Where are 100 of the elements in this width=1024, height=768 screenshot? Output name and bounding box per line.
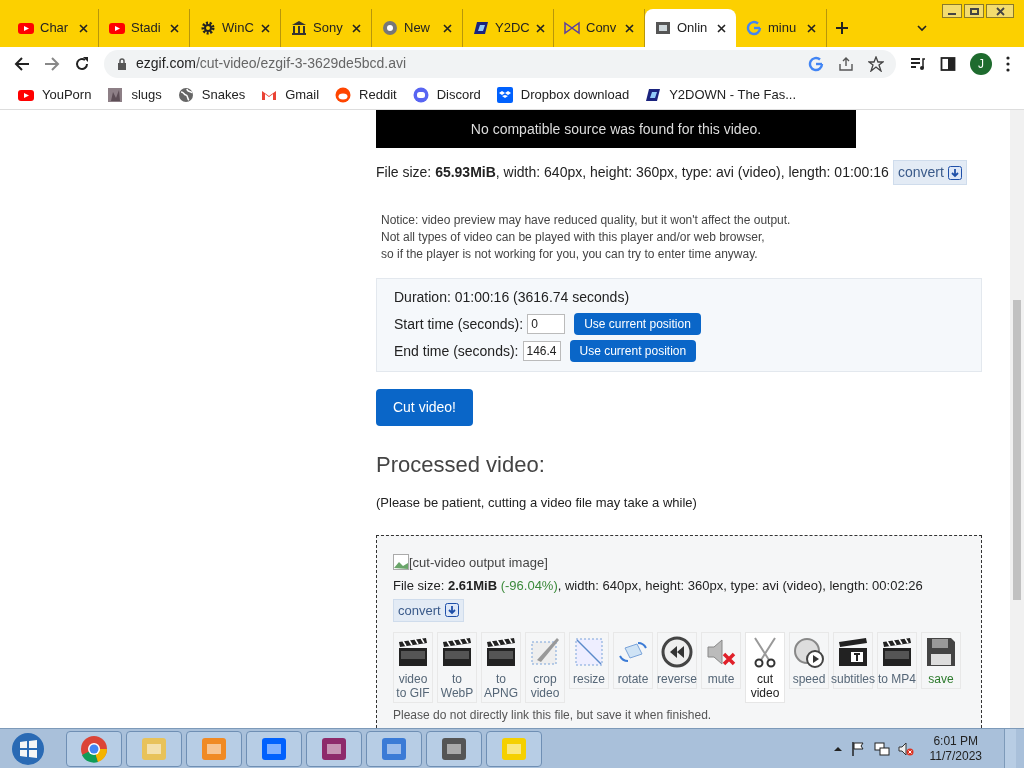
browser-tab[interactable]: Sony [281, 9, 372, 47]
back-icon[interactable] [14, 55, 30, 72]
circle-logo-icon [382, 20, 398, 36]
notice-text: so if the player is not working for you, you can try to enter time anyway. [381, 246, 759, 263]
bookmark-link[interactable]: Dropbox download [496, 84, 630, 105]
browser-tab[interactable]: Onlin [645, 9, 736, 47]
restore-icon[interactable] [964, 4, 984, 18]
tool-link[interactable]: reverse [657, 632, 697, 689]
bookmark-link[interactable]: Reddit [335, 84, 397, 105]
output-info-text: File size: 2.61MiB (-96.04%), width: 640px, height: 360px, type: avi (video), length: 00:02:26 [393, 577, 924, 595]
tool-link[interactable]: subtitles [833, 632, 873, 689]
close-icon[interactable] [625, 23, 634, 33]
bookmark-link[interactable]: Y2DOWN - The Fas... [645, 84, 797, 105]
crop-pen-icon [529, 636, 561, 668]
browser-tab[interactable]: New [372, 9, 463, 47]
tool-link[interactable]: speed [789, 632, 829, 689]
building-icon [291, 20, 307, 36]
slanted-logo-icon [473, 20, 489, 36]
convert-button[interactable]: convert [892, 160, 967, 185]
tool-link[interactable]: resize [569, 632, 609, 689]
tab-title: New [404, 19, 430, 38]
bookmark-link[interactable]: Snakes [177, 84, 246, 105]
tab-title: Sony [313, 19, 343, 38]
tool-link[interactable]: to MP4 [877, 632, 917, 689]
clapperboard-icon [441, 636, 473, 668]
bookmark-link[interactable]: Discord [412, 84, 481, 105]
clapperboard-icon [485, 636, 517, 668]
cut-video-button[interactable]: Cut video! [376, 389, 473, 426]
muted-speaker-icon[interactable] [897, 740, 914, 757]
tab-title: Conv [586, 19, 617, 38]
tool-link[interactable]: cut video [745, 632, 785, 703]
tab-title: WinC [222, 19, 254, 38]
clock-date[interactable]: 11/7/2023 [929, 748, 982, 764]
media-control-icon[interactable] [910, 55, 926, 72]
start-time-label: Start time (seconds): [394, 314, 524, 334]
google-logo-icon [746, 20, 762, 36]
menu-icon[interactable] [1006, 55, 1010, 72]
tab-title: Y2DC [495, 19, 530, 38]
clock-time[interactable]: 6:01 PM [933, 733, 979, 749]
broken-image-icon [393, 554, 409, 571]
download-icon [947, 165, 962, 180]
clapperboard-icon [397, 636, 429, 668]
close-icon[interactable] [261, 23, 270, 33]
tool-link[interactable]: save [921, 632, 961, 689]
close-icon[interactable] [717, 23, 726, 33]
share-icon[interactable] [838, 55, 854, 72]
close-icon[interactable] [807, 23, 816, 33]
tool-link[interactable]: to APNG [481, 632, 521, 703]
bookmark-link[interactable]: YouPorn [18, 84, 92, 105]
muted-speaker-icon [705, 636, 737, 668]
convert-button[interactable]: convert [393, 598, 464, 622]
address-bar[interactable]: ezgif.com/cut-video/ezgif-3-3629de5bcd.avi [104, 49, 896, 78]
resize-icon [573, 636, 605, 668]
minimize-icon[interactable] [942, 4, 962, 18]
tool-link[interactable]: crop video [525, 632, 565, 703]
scrollbar[interactable] [1010, 110, 1024, 728]
close-icon[interactable] [443, 23, 452, 33]
browser-tab[interactable]: WinC [190, 9, 281, 47]
tool-link[interactable]: to WebP [437, 632, 477, 703]
profile-avatar[interactable]: J [970, 52, 992, 75]
tab-title: Char [40, 19, 69, 38]
url-text: ezgif.com/cut-video/ezgif-3-3629de5bcd.avi [136, 54, 407, 73]
close-icon[interactable] [352, 23, 361, 33]
section-heading: Processed video: [376, 451, 546, 479]
forward-icon[interactable] [44, 55, 60, 72]
file-info-text: File size: 65.93MiB, width: 640px, height: 360px, type: avi (video), length: 01:00:16 [376, 163, 889, 182]
image-alt-text: [cut-video output image] [409, 553, 548, 572]
browser-tab[interactable]: Char [8, 9, 99, 47]
browser-tab[interactable]: minu [736, 9, 827, 47]
close-icon[interactable] [170, 23, 179, 33]
start-time-input[interactable]: 0 [527, 314, 566, 334]
slanted-logo-icon [645, 86, 662, 103]
tool-link[interactable]: rotate [613, 632, 653, 689]
globe-icon [177, 86, 194, 103]
close-icon[interactable] [79, 23, 88, 33]
bookmark-link[interactable]: Gmail [261, 84, 320, 105]
use-position-button[interactable]: Use current position [569, 340, 697, 362]
use-position-button[interactable]: Use current position [574, 313, 701, 335]
flag-icon[interactable] [849, 740, 866, 757]
stopwatch-play-icon [793, 636, 825, 668]
tool-link[interactable]: mute [701, 632, 741, 689]
reload-icon[interactable] [74, 55, 90, 72]
tool-link[interactable]: video to GIF [393, 632, 433, 703]
rewind-icon [661, 636, 693, 668]
video-player: No compatible source was found for this video. [376, 110, 856, 148]
close-icon[interactable] [535, 23, 545, 33]
play-logo-icon [109, 20, 125, 36]
star-icon[interactable] [868, 55, 884, 72]
close-window-icon[interactable] [986, 4, 1014, 18]
end-time-label: End time (seconds): [394, 341, 519, 361]
duration-text: Duration: 01:00:16 (3616.74 seconds) [394, 288, 631, 307]
caret-up-icon[interactable] [833, 744, 842, 753]
end-time-input[interactable]: 146.4 [522, 341, 561, 361]
browser-tab[interactable]: Y2DC [463, 9, 554, 47]
network-icon[interactable] [873, 740, 890, 757]
browser-tab[interactable]: Stadi [99, 9, 190, 47]
browser-icon[interactable] [66, 730, 122, 767]
side-panel-icon[interactable] [940, 55, 956, 72]
tab-title: Stadi [131, 19, 161, 38]
bookmark-link[interactable]: slugs [107, 84, 162, 105]
